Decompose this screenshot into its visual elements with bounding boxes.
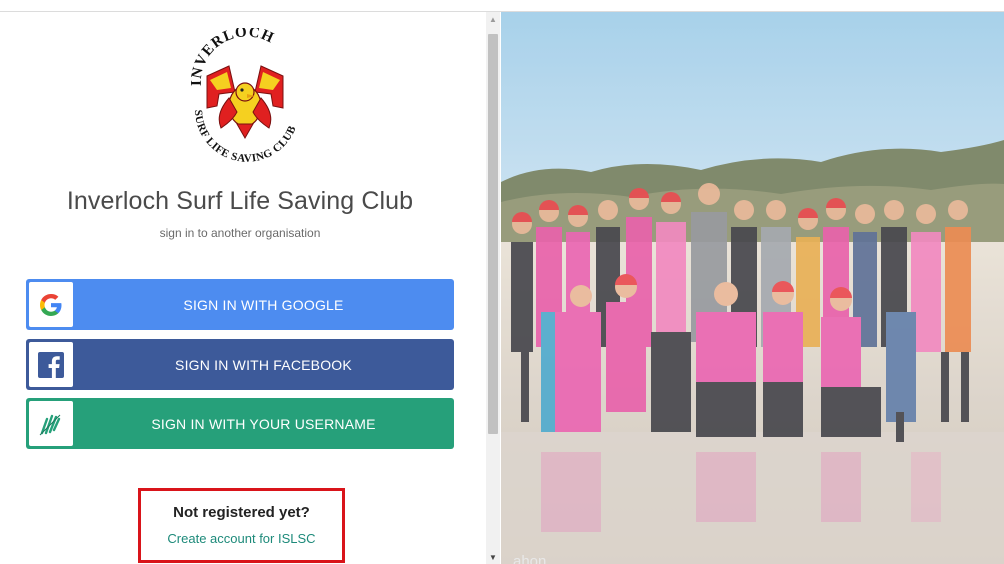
scroll-thumb[interactable] [488, 34, 498, 434]
club-photo: ahon [501, 12, 1004, 564]
facebook-icon [29, 342, 73, 387]
top-border [0, 0, 1004, 12]
switch-organisation-text: sign in to another organisation [159, 226, 321, 240]
sign-in-username-button[interactable]: SIGN IN WITH YOUR USERNAME [26, 398, 454, 449]
register-highlight-box: Not registered yet? Create account for I… [138, 488, 345, 563]
sign-in-google-label: SIGN IN WITH GOOGLE [183, 296, 344, 313]
google-icon [29, 282, 73, 327]
signin-panel: INVERLOCH SURF LIFE SAVING CLUB Inverloc… [0, 12, 485, 564]
scroll-up-arrow-icon[interactable]: ▲ [486, 14, 500, 26]
club-logo: INVERLOCH SURF LIFE SAVING CLUB [189, 28, 298, 165]
sign-in-username-label: SIGN IN WITH YOUR USERNAME [151, 415, 376, 432]
sign-in-google-button[interactable]: SIGN IN WITH GOOGLE [26, 279, 454, 330]
photo-credit-text: ahon [513, 553, 547, 564]
create-account-link[interactable]: Create account for ISLSC [141, 531, 342, 546]
beach-group-photo [501, 12, 1004, 564]
scrollbar[interactable]: ▲ ▼ [486, 12, 500, 564]
sign-in-facebook-label: SIGN IN WITH FACEBOOK [175, 356, 352, 373]
page-title: Inverloch Surf Life Saving Club [66, 187, 414, 215]
feather-stripes-icon [29, 401, 73, 446]
register-title: Not registered yet? [173, 504, 310, 521]
login-page: INVERLOCH SURF LIFE SAVING CLUB Inverloc… [0, 0, 1004, 564]
scroll-down-arrow-icon[interactable]: ▼ [486, 552, 500, 564]
sign-in-facebook-button[interactable]: SIGN IN WITH FACEBOOK [26, 339, 454, 390]
